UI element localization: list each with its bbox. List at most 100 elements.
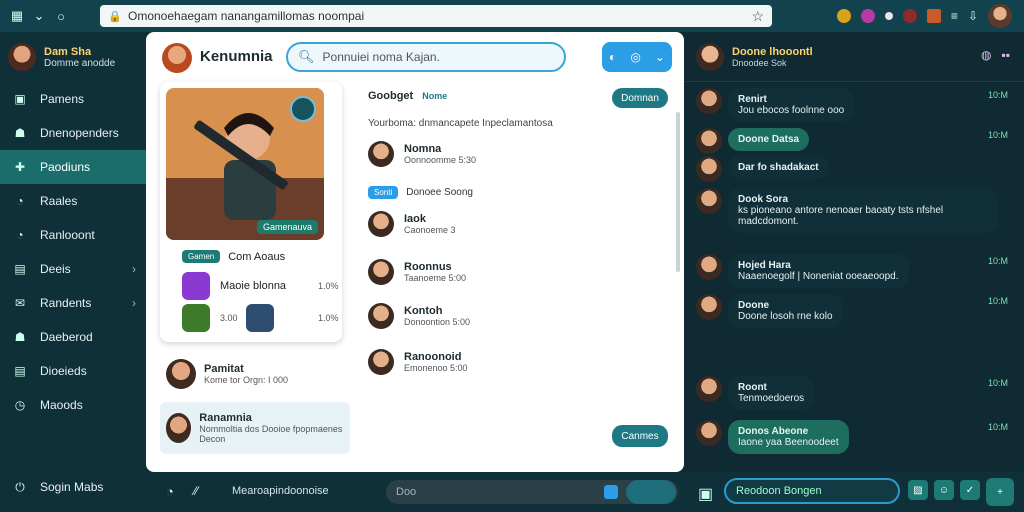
settings-icon[interactable]: ◎ [630, 50, 640, 64]
friend-item[interactable]: Ranoonoid Emonenoo 5:00 [368, 344, 648, 380]
globe-icon[interactable]: ◍ [981, 48, 991, 62]
avatar [166, 359, 196, 389]
avatar[interactable] [696, 420, 722, 446]
header-actions[interactable]: ◐ ◎ ⌄ [602, 42, 672, 72]
extension-icon[interactable] [836, 9, 851, 23]
menu-icon[interactable]: ≡ [951, 9, 958, 23]
bottom-action-button[interactable]: Canmes [612, 425, 668, 447]
extension-icon[interactable] [902, 9, 917, 23]
chat-message[interactable]: Doone Doone losoh rne kolo 10:M [696, 294, 1012, 334]
sidebar-item-5[interactable]: ▤ Deeis › [0, 252, 146, 286]
image-icon[interactable]: ▨ [908, 480, 928, 500]
chat-message[interactable]: Hojed Hara Naaenoegolf | Noneniat ooeaeoo… [696, 254, 1012, 294]
chat-message[interactable]: Dook Sora ks pioneano antore nenoaer baoa… [696, 188, 1012, 233]
sidebar-profile[interactable]: Dam Sha Domme anodde [0, 32, 146, 82]
scrollbar[interactable] [676, 112, 680, 272]
download-icon[interactable]: ⇩ [968, 9, 978, 23]
browser-extensions: ≡ ⇩ [836, 4, 1012, 28]
sidebar-item-7[interactable]: ☗ Daeberod [0, 320, 146, 354]
game-thumb[interactable] [182, 272, 210, 300]
sidebar-item-label: Daeberod [40, 330, 93, 344]
send-button[interactable] [626, 480, 676, 504]
chat-input[interactable]: Reodoon Bongen [724, 478, 900, 504]
top-action-button[interactable]: Domnan [612, 88, 668, 108]
message-time: 10:M [987, 90, 1008, 100]
chat-title: Doone lhooontl [732, 45, 813, 58]
avatar[interactable] [696, 188, 722, 214]
friend-item[interactable]: Sonti Donoee Soong [368, 174, 648, 210]
sidebar-item-label: Ranlooont [40, 228, 95, 242]
avatar[interactable] [696, 88, 722, 114]
sidebar-item-label: Sogin Mabs [40, 480, 104, 494]
sidebar-item-1[interactable]: ☗ Dnenopenders [0, 116, 146, 150]
message-text: Doone losoh rne kolo [738, 311, 833, 322]
game-thumb[interactable] [182, 304, 210, 332]
friend-name: Ranoonoid [404, 351, 462, 363]
image-icon[interactable] [604, 485, 618, 499]
avatar[interactable] [988, 4, 1012, 28]
chat-message[interactable]: Roont Tenmoedoeros 10:M [696, 376, 1012, 416]
extension-icon[interactable] [926, 9, 941, 23]
chat-message[interactable]: Donos Abeone Iaone yaa Beenoodeet 10:M [696, 420, 1012, 460]
card-row[interactable]: 3.00 1.0% [182, 304, 339, 332]
chevron-right-icon[interactable]: › [132, 262, 136, 276]
friend-text: Iaok Caonoeme 3 [404, 213, 456, 235]
sidebar-item-6[interactable]: ✉ Randents › [0, 286, 146, 320]
avatar[interactable] [696, 376, 722, 402]
extension-icon[interactable] [860, 9, 875, 23]
search-input[interactable]: Ponnuiei noma Kajan. [323, 50, 440, 64]
emoji-icon[interactable]: ☺ [934, 480, 954, 500]
app-logo-icon[interactable]: ▦ [6, 5, 28, 27]
game-thumb[interactable] [245, 304, 274, 332]
chevron-down-icon[interactable]: ⌄ [655, 50, 665, 64]
sidebar-item-0[interactable]: ▣ Pamens [0, 82, 146, 116]
sidebar-item-9[interactable]: ◷ Maoods [0, 388, 146, 422]
text-icon[interactable]: ⁄⁄ [194, 484, 198, 498]
list-item[interactable]: Pamitat Kome tor Orgn: I 000 [160, 348, 350, 400]
sidebar-item-3[interactable]: ◔ Raales [0, 184, 146, 218]
address-bar[interactable]: 🔒 Omonoehaegam nanangamillomas noompai ☆ [100, 5, 772, 27]
avatar[interactable] [696, 156, 722, 182]
chat-icon[interactable]: ◐ [609, 50, 616, 64]
message-author: Roont [738, 382, 767, 393]
card-row[interactable]: Maoie blonna 1.0% [182, 272, 339, 300]
avatar[interactable] [696, 254, 722, 280]
chat-icon[interactable]: ◔ [166, 484, 174, 499]
sidebar-item-signin[interactable]: ⏻ Sogin Mabs [0, 470, 146, 504]
reload-icon[interactable]: ○ [50, 5, 72, 27]
chat-composer: ▣ Reodoon Bongen ▨ ☺ ✓ + [684, 472, 1024, 512]
friend-item[interactable]: Kontoh Donoontion 5:00 [368, 298, 648, 334]
chat-header: Doone lhooontl Dnoodee Sok ◍ ▪▪ [684, 32, 1024, 82]
star-icon[interactable]: ☆ [751, 8, 764, 25]
message-author: Renirt [738, 94, 767, 105]
friend-item[interactable]: Roonnus Taanoeme 5:00 [368, 254, 648, 290]
avatar[interactable] [696, 42, 724, 71]
message-bubble: Doone Doone losoh rne kolo [728, 294, 843, 328]
avatar[interactable] [696, 294, 722, 320]
game-cover-image[interactable]: Gamenauva [166, 88, 324, 240]
message-time: 10:M [987, 256, 1008, 266]
more-icon[interactable]: ▪▪ [1001, 48, 1010, 62]
url-text[interactable]: Omonoehaegam nanangamillomas noompai [122, 9, 751, 23]
friend-status: Caonoeme 3 [404, 225, 456, 235]
sidebar-item-2[interactable]: ✚ Paodiuns [0, 150, 146, 184]
extension-icon[interactable] [884, 12, 893, 20]
check-icon[interactable]: ✓ [960, 480, 980, 500]
sidebar-item-4[interactable]: ◔ Ranlooont [0, 218, 146, 252]
message-text: Iaone yaa Beenoodeet [738, 437, 839, 448]
message-time: 10:M [987, 296, 1008, 306]
sidebar-item-8[interactable]: ▤ Dioeieds [0, 354, 146, 388]
search-field[interactable]: 🔍︎ Ponnuiei noma Kajan. [286, 42, 566, 72]
friend-item[interactable]: Nomna Oonnoomme 5:30 [368, 136, 648, 172]
chevron-down-icon[interactable]: ⌄ [28, 5, 50, 27]
list-item[interactable]: Ranamnia Nommoltia dos Dooioe fpopmaenes … [160, 402, 350, 454]
friend-item[interactable]: Iaok Caonoeme 3 [368, 206, 648, 242]
sidebar-item-label: Dioeieds [40, 364, 87, 378]
game-card[interactable]: Gamenauva Gamen Com Aoaus Maoie blonna 1… [160, 82, 342, 342]
avatar[interactable] [696, 128, 722, 154]
chevron-right-icon[interactable]: › [132, 296, 136, 310]
left-sidebar: Dam Sha Domme anodde ▣ Pamens ☗ Dnenopender… [0, 32, 146, 512]
attach-icon[interactable]: ▣ [698, 484, 713, 504]
add-button[interactable]: + [986, 478, 1014, 506]
chat-message[interactable]: Renirt Jou ebocos foolnne ooo 10:M [696, 88, 1012, 128]
